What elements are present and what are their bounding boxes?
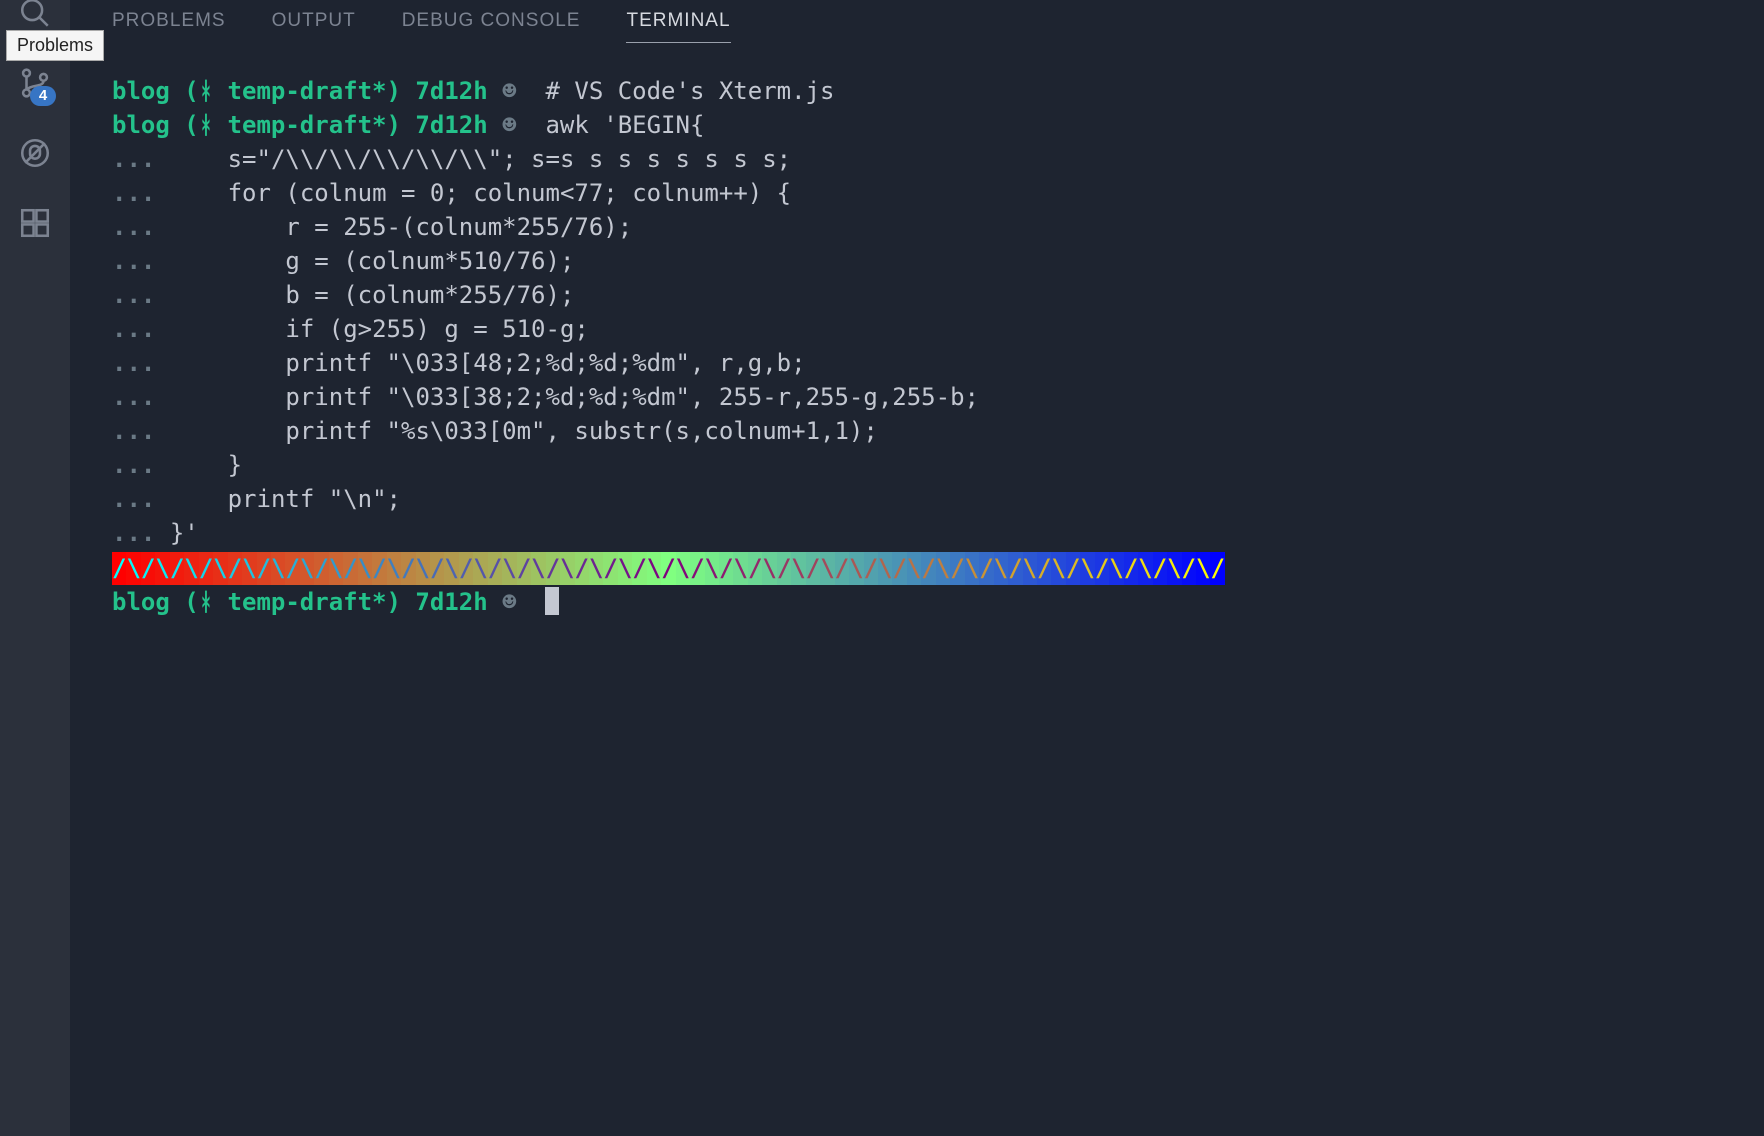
search-icon bbox=[18, 0, 52, 30]
terminal-line: ... r = 255-(colnum*255/76); bbox=[70, 210, 1764, 244]
terminal-line: ... printf "\033[48;2;%d;%d;%dm", r,g,b; bbox=[70, 346, 1764, 380]
terminal-line: ... b = (colnum*255/76); bbox=[70, 278, 1764, 312]
terminal-line: ... printf "\033[38;2;%d;%d;%dm", 255-r,… bbox=[70, 380, 1764, 414]
activity-bar: Problems 4 bbox=[0, 0, 70, 1136]
bug-slash-icon bbox=[18, 136, 52, 170]
bottom-panel: PROBLEMS OUTPUT DEBUG CONSOLE TERMINAL b… bbox=[70, 0, 1764, 1136]
terminal-line: ... } bbox=[70, 448, 1764, 482]
terminal-line: ... }' bbox=[70, 516, 1764, 550]
terminal-line: ... printf "%s\033[0m", substr(s,colnum+… bbox=[70, 414, 1764, 448]
terminal-line: blog (ᚼ temp-draft*) 7d12h ☻ bbox=[70, 585, 1764, 619]
tab-terminal[interactable]: TERMINAL bbox=[626, 10, 730, 43]
terminal-cursor bbox=[545, 587, 559, 615]
tooltip: Problems bbox=[6, 30, 104, 61]
terminal-line: ... if (g>255) g = 510-g; bbox=[70, 312, 1764, 346]
extensions-activity[interactable] bbox=[0, 188, 70, 258]
tab-problems[interactable]: PROBLEMS bbox=[112, 10, 226, 42]
terminal-line: ... printf "\n"; bbox=[70, 482, 1764, 516]
tab-debug-console[interactable]: DEBUG CONSOLE bbox=[402, 10, 581, 42]
panel-tabbar: PROBLEMS OUTPUT DEBUG CONSOLE TERMINAL bbox=[70, 0, 1764, 54]
terminal-color-strip: /\/\/\/\/\/\/\/\/\/\/\/\/\/\/\/\/\/\/\/\… bbox=[70, 552, 1764, 585]
terminal-line: ... for (colnum = 0; colnum<77; colnum++… bbox=[70, 176, 1764, 210]
terminal-line: blog (ᚼ temp-draft*) 7d12h ☻ awk 'BEGIN{ bbox=[70, 108, 1764, 142]
tab-output[interactable]: OUTPUT bbox=[272, 10, 356, 42]
extensions-icon bbox=[18, 206, 52, 240]
terminal-line: blog (ᚼ temp-draft*) 7d12h ☻ # VS Code's… bbox=[70, 74, 1764, 108]
terminal-line: ... s="/\\/\\/\\/\\/\\"; s=s s s s s s s… bbox=[70, 142, 1764, 176]
terminal-line: ... g = (colnum*510/76); bbox=[70, 244, 1764, 278]
debug-activity[interactable] bbox=[0, 118, 70, 188]
source-control-badge: 4 bbox=[30, 86, 56, 106]
terminal-view[interactable]: blog (ᚼ temp-draft*) 7d12h ☻ # VS Code's… bbox=[70, 54, 1764, 1136]
